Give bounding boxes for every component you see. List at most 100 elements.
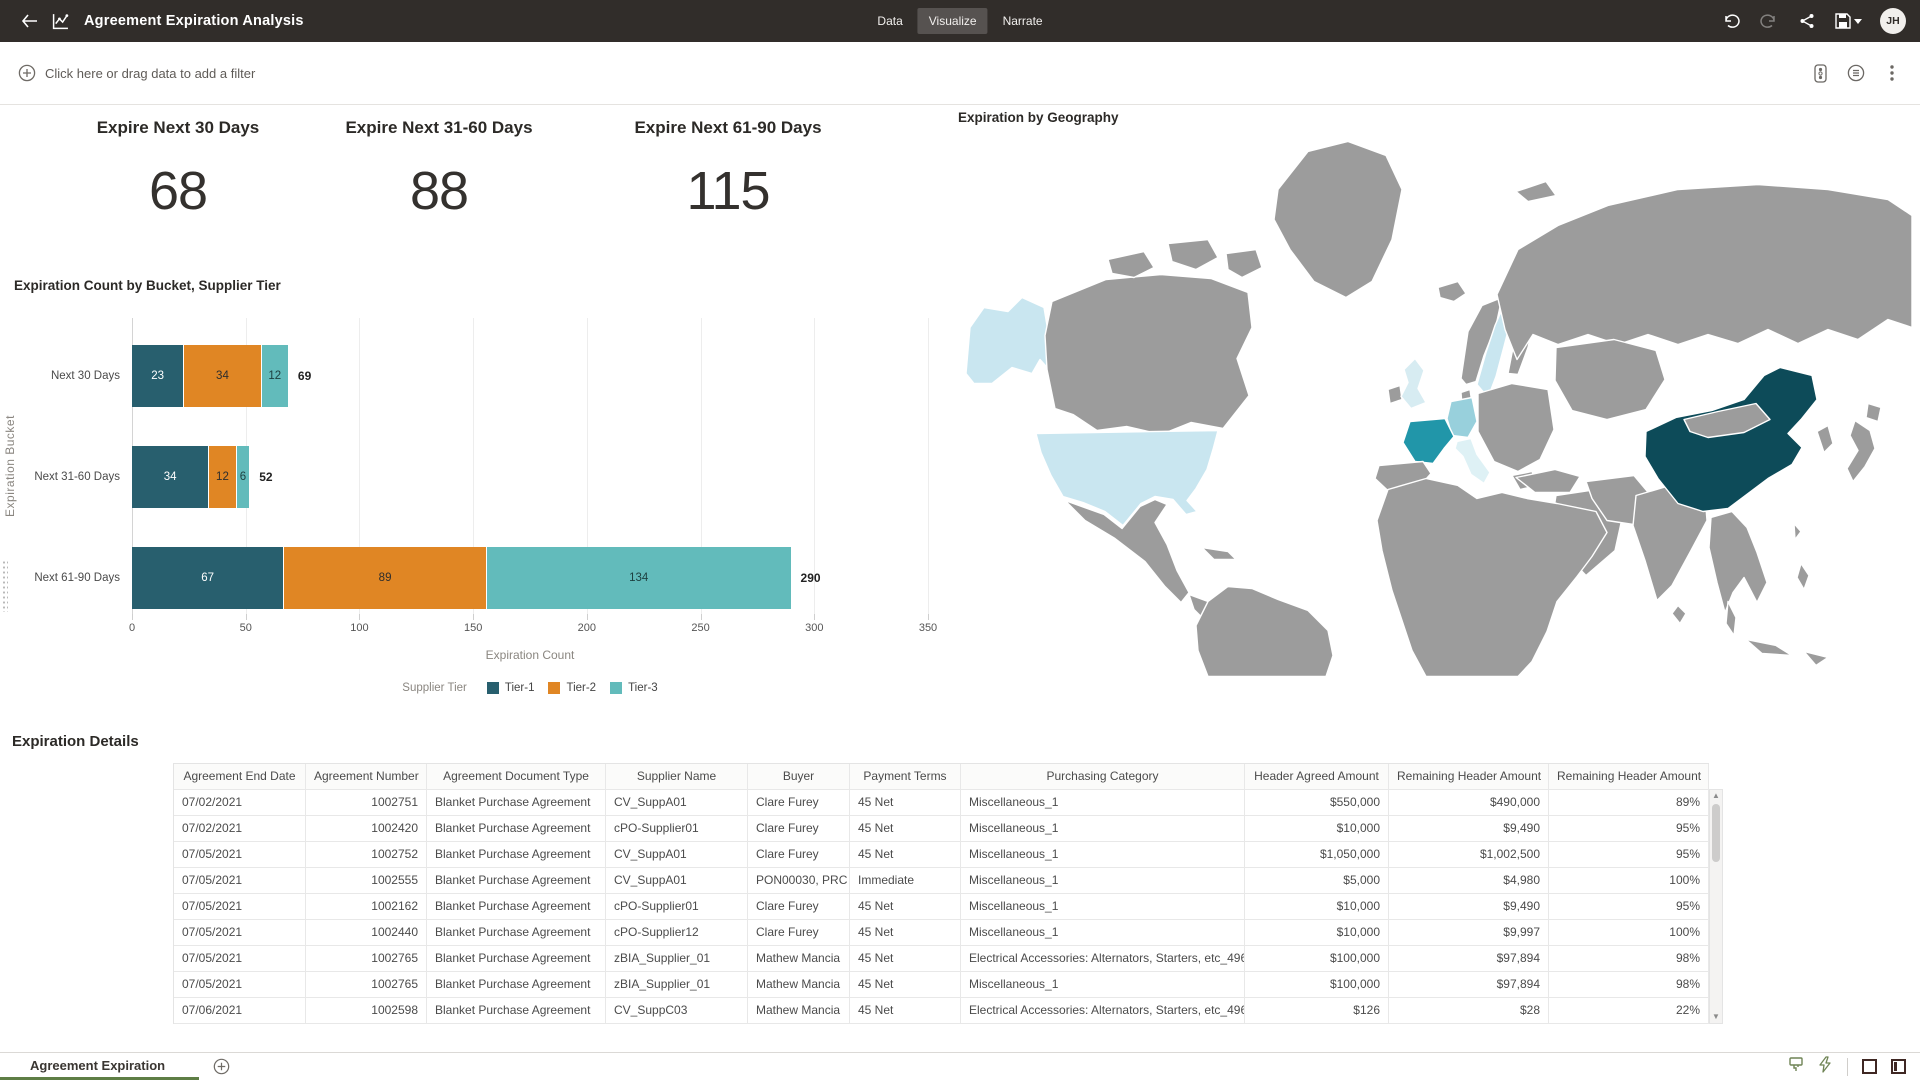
legend-item-tier-1[interactable]: Tier-1 [487,682,535,694]
tab-narrate[interactable]: Narrate [992,8,1054,34]
table-row[interactable]: 07/05/20211002765Blanket Purchase Agreem… [174,972,1709,998]
filter-controls-icon[interactable] [1810,63,1830,83]
scroll-down-icon[interactable]: ▼ [1710,1011,1722,1023]
column-header[interactable]: Header Agreed Amount [1245,764,1389,790]
column-header[interactable]: Agreement Document Type [427,764,606,790]
bar-segment-tier-2[interactable]: 34 [184,345,261,407]
map-region-philippines[interactable] [1797,564,1809,590]
map-region-iceland[interactable] [1438,282,1466,302]
tick-mark [473,614,474,620]
map-region-taiwan[interactable] [1794,524,1801,540]
bar-segment-tier-1[interactable]: 23 [132,345,184,407]
table-row[interactable]: 07/05/20211002752Blanket Purchase Agreem… [174,842,1709,868]
auto-apply-lightning-icon[interactable] [1818,1056,1833,1078]
canvas-tab-agreement-expiration[interactable]: Agreement Expiration [0,1053,199,1080]
avatar[interactable]: JH [1880,8,1906,34]
map-region-arctic-island[interactable] [1226,250,1262,278]
map-region-central-asia[interactable] [1555,340,1665,420]
save-icon [1835,13,1851,29]
table-cell: Clare Furey [748,894,850,920]
bar-chart-category-axis: Next 30 DaysNext 31-60 DaysNext 61-90 Da… [0,318,126,614]
column-header[interactable]: Payment Terms [850,764,961,790]
legend-item-tier-3[interactable]: Tier-3 [610,682,658,694]
map-region-africa[interactable] [1377,479,1607,677]
map-region-united-kingdom[interactable] [1401,359,1426,409]
bar-segment-tier-2[interactable]: 89 [284,547,486,609]
column-header[interactable]: Remaining Header Amount [1389,764,1549,790]
column-header[interactable]: Agreement End Date [174,764,306,790]
map-region-arctic-island[interactable] [1168,240,1218,270]
table-scrollbar[interactable]: ▲ ▼ [1709,789,1723,1024]
map-region-indonesia[interactable] [1746,640,1792,656]
column-header[interactable]: Buyer [748,764,850,790]
bar-segment-tier-1[interactable]: 34 [132,446,209,508]
table-row[interactable]: 07/02/20211002751Blanket Purchase Agreem… [174,790,1709,816]
map-region-france[interactable] [1403,419,1454,464]
map-region-greenland[interactable] [1274,142,1402,298]
bar-segment-tier-3[interactable]: 134 [487,547,792,609]
save-button[interactable] [1835,13,1862,29]
back-button[interactable] [14,6,44,36]
map-region-china[interactable] [1645,368,1817,512]
table-row[interactable]: 07/06/20211002598Blanket Purchase Agreem… [174,998,1709,1024]
bar-segment-tier-3[interactable]: 12 [262,345,289,407]
table-row[interactable]: 07/05/20211002162Blanket Purchase Agreem… [174,894,1709,920]
bar-next-31-60-days: 34126 [132,446,250,508]
touch-up-brush-icon[interactable] [1788,1056,1804,1078]
table-row[interactable]: 07/02/20211002420Blanket Purchase Agreem… [174,816,1709,842]
kpi-expire-61-90[interactable]: Expire Next 61-90 Days 115 [588,118,868,222]
map-region-japan[interactable] [1847,421,1875,482]
table-cell: CV_SuppA01 [606,868,748,894]
world-map[interactable] [956,130,1916,678]
map-region-cuba[interactable] [1202,548,1236,560]
toggle-data-panel-icon[interactable] [1891,1059,1906,1074]
map-region-ireland[interactable] [1388,386,1402,404]
tick-mark [814,614,815,620]
scroll-up-icon[interactable]: ▲ [1710,790,1722,802]
table-row[interactable]: 07/05/20211002765Blanket Purchase Agreem… [174,946,1709,972]
column-header[interactable]: Agreement Number [306,764,427,790]
map-region-russia[interactable] [1497,185,1912,360]
add-filter-button[interactable]: Click here or drag data to add a filter [18,64,255,82]
bar-segment-tier-3[interactable]: 6 [237,446,251,508]
table-row[interactable]: 07/05/20211002440Blanket Purchase Agreem… [174,920,1709,946]
scroll-thumb[interactable] [1712,804,1720,862]
kpi-expire-30[interactable]: Expire Next 30 Days 68 [38,118,318,222]
map-region-arctic-island[interactable] [1108,252,1154,278]
filter-menu-icon[interactable] [1882,63,1902,83]
table-cell: 1002765 [306,972,427,998]
table-cell: Blanket Purchase Agreement [427,790,606,816]
legend-item-tier-2[interactable]: Tier-2 [548,682,596,694]
map-region-south-america[interactable] [1196,587,1333,677]
map-region-korea[interactable] [1817,426,1833,453]
map-region-united-states[interactable] [1036,431,1218,526]
map-region-eastern-europe[interactable] [1478,384,1554,472]
add-canvas-button[interactable] [213,1058,230,1075]
category-label: Next 30 Days [51,345,120,407]
undo-icon[interactable] [1721,11,1741,31]
table-cell: Blanket Purchase Agreement [427,894,606,920]
map-region-southeast-asia[interactable] [1709,512,1767,613]
map-region-island[interactable] [1516,182,1556,202]
map-region-sri-lanka[interactable] [1672,606,1686,624]
filter-list-icon[interactable] [1846,63,1866,83]
share-icon[interactable] [1797,11,1817,31]
toggle-grammar-panel-icon[interactable] [1862,1059,1877,1074]
bar-segment-tier-2[interactable]: 12 [209,446,236,508]
table-cell: 07/05/2021 [174,894,306,920]
column-header[interactable]: Remaining Header Amount [1549,764,1709,790]
map-region-japan[interactable] [1866,404,1881,422]
column-header[interactable]: Supplier Name [606,764,748,790]
column-header[interactable]: Purchasing Category [961,764,1245,790]
redo-icon[interactable] [1759,11,1779,31]
table-row[interactable]: 07/05/20211002555Blanket Purchase Agreem… [174,868,1709,894]
kpi-expire-31-60[interactable]: Expire Next 31-60 Days 88 [299,118,579,222]
legend-swatch [610,682,622,694]
map-region-indonesia[interactable] [1804,652,1828,666]
bar-segment-tier-1[interactable]: 67 [132,547,284,609]
tab-data[interactable]: Data [866,8,913,34]
table-cell: $9,490 [1389,816,1549,842]
tab-visualize[interactable]: Visualize [918,8,988,34]
map-region-canada[interactable] [1045,275,1252,435]
map-region-malaysia[interactable] [1726,602,1736,636]
